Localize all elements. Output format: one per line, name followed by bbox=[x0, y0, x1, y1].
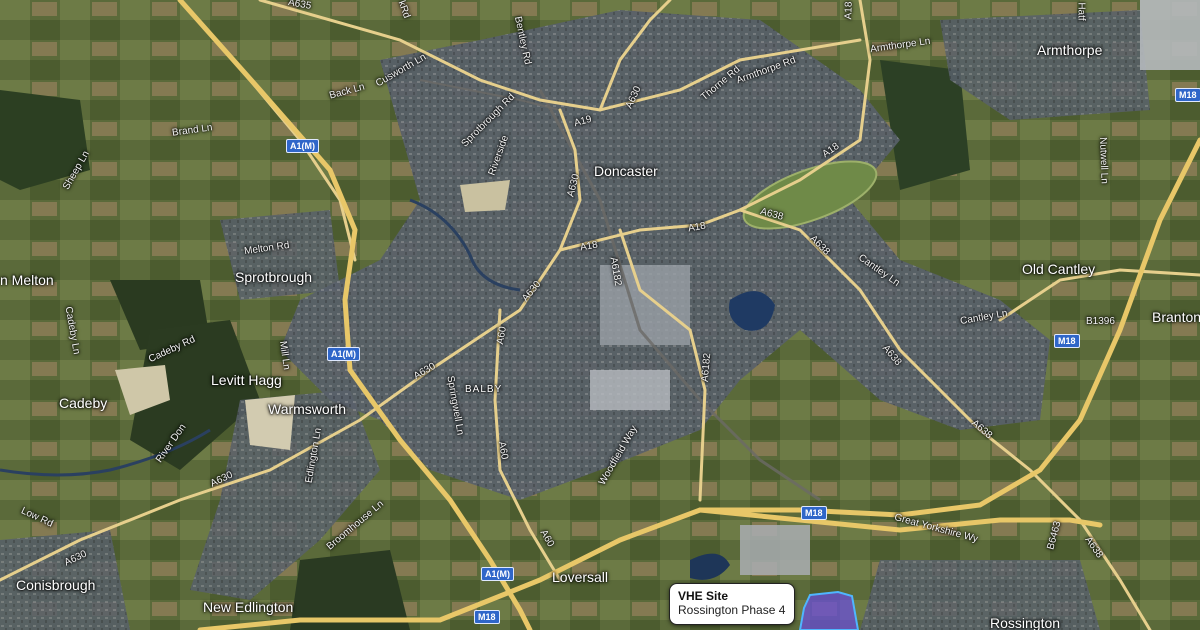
motorway-shield-m18-southwest: M18 bbox=[474, 610, 500, 624]
motorway-shield-a1m-south: A1(M) bbox=[481, 567, 514, 581]
road-label-nutwell-ln: Nutwell Ln bbox=[1097, 136, 1110, 185]
place-label-cadeby: Cadeby bbox=[59, 395, 108, 411]
motorway-shield-a1m-mid: A1(M) bbox=[327, 347, 360, 361]
place-label-warmsworth: Warmsworth bbox=[268, 401, 347, 417]
place-label-new-edlington: New Edlington bbox=[203, 599, 294, 615]
road-label-b1396: B1396 bbox=[1086, 316, 1115, 327]
motorway-shield-m18-northeast: M18 bbox=[1175, 88, 1200, 102]
place-label-sprotbrough: Sprotbrough bbox=[235, 269, 313, 285]
place-label-armthorpe: Armthorpe bbox=[1037, 42, 1103, 58]
site-subtitle: Rossington Phase 4 bbox=[678, 603, 786, 617]
satellite-basemap bbox=[0, 0, 1200, 630]
site-boundary-polygon bbox=[798, 590, 860, 630]
place-label-branton: Branton bbox=[1152, 309, 1200, 325]
place-label-doncaster: Doncaster bbox=[594, 163, 658, 179]
place-label-conisbrough: Conisbrough bbox=[16, 577, 96, 593]
place-label-rossington: Rossington bbox=[990, 615, 1061, 630]
site-title: VHE Site bbox=[678, 589, 729, 603]
place-label-old-cantley: Old Cantley bbox=[1022, 261, 1096, 277]
road-label-hatfield: Hatf bbox=[1075, 2, 1087, 21]
map-view[interactable]: Doncaster Armthorpe n Melton Sprotbrough… bbox=[0, 0, 1200, 630]
motorway-shield-m18-east: M18 bbox=[1054, 334, 1080, 348]
motorway-shield-a1m-north: A1(M) bbox=[286, 139, 319, 153]
road-label-a18-top: A18 bbox=[843, 1, 855, 20]
place-label-melton: n Melton bbox=[0, 272, 54, 288]
place-label-loversall: Loversall bbox=[552, 569, 609, 585]
district-label-balby: BALBY bbox=[465, 384, 503, 395]
motorway-shield-m18-mid: M18 bbox=[801, 506, 827, 520]
place-label-levitt-hagg: Levitt Hagg bbox=[211, 372, 282, 388]
site-info-callout[interactable]: VHE Site Rossington Phase 4 bbox=[669, 583, 795, 625]
